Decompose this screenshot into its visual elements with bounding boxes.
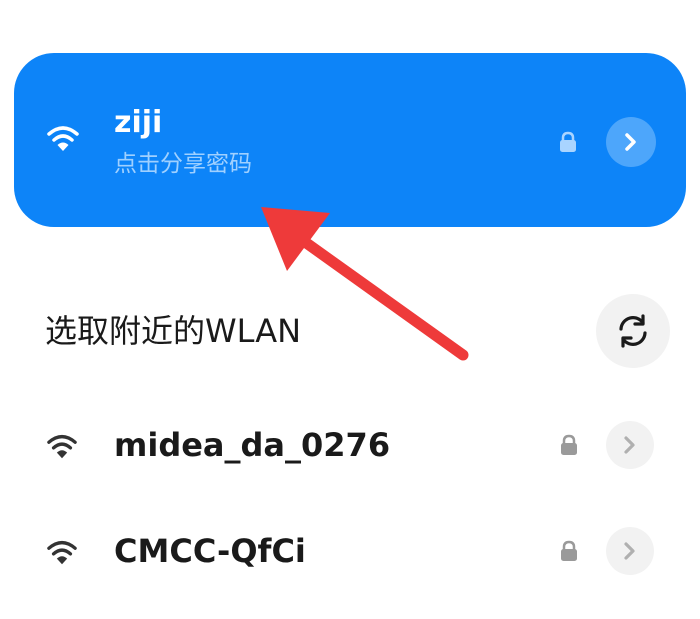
chevron-right-icon [624, 542, 635, 560]
lock-icon [558, 539, 580, 563]
refresh-icon [619, 314, 647, 348]
wifi-icon [46, 431, 78, 461]
connected-network-name: ziji [114, 105, 163, 140]
chevron-right-icon [625, 133, 636, 151]
share-password-hint[interactable]: 点击分享密码 [114, 149, 252, 179]
connected-network-detail-button[interactable] [606, 117, 656, 167]
section-title: 选取附近的WLAN [45, 312, 302, 350]
wifi-icon [46, 122, 80, 154]
chevron-right-icon [624, 436, 635, 454]
wifi-icon [46, 537, 78, 567]
refresh-button[interactable] [596, 294, 670, 368]
connected-network-card[interactable]: ziji 点击分享密码 [14, 53, 686, 227]
lock-icon [558, 433, 580, 457]
network-name: CMCC-QfCi [114, 532, 306, 570]
network-detail-button[interactable] [606, 421, 654, 469]
lock-icon [557, 130, 579, 154]
network-row[interactable]: CMCC-QfCi [0, 513, 700, 593]
network-name: midea_da_0276 [114, 426, 391, 464]
network-detail-button[interactable] [606, 527, 654, 575]
network-row[interactable]: midea_da_0276 [0, 407, 700, 487]
